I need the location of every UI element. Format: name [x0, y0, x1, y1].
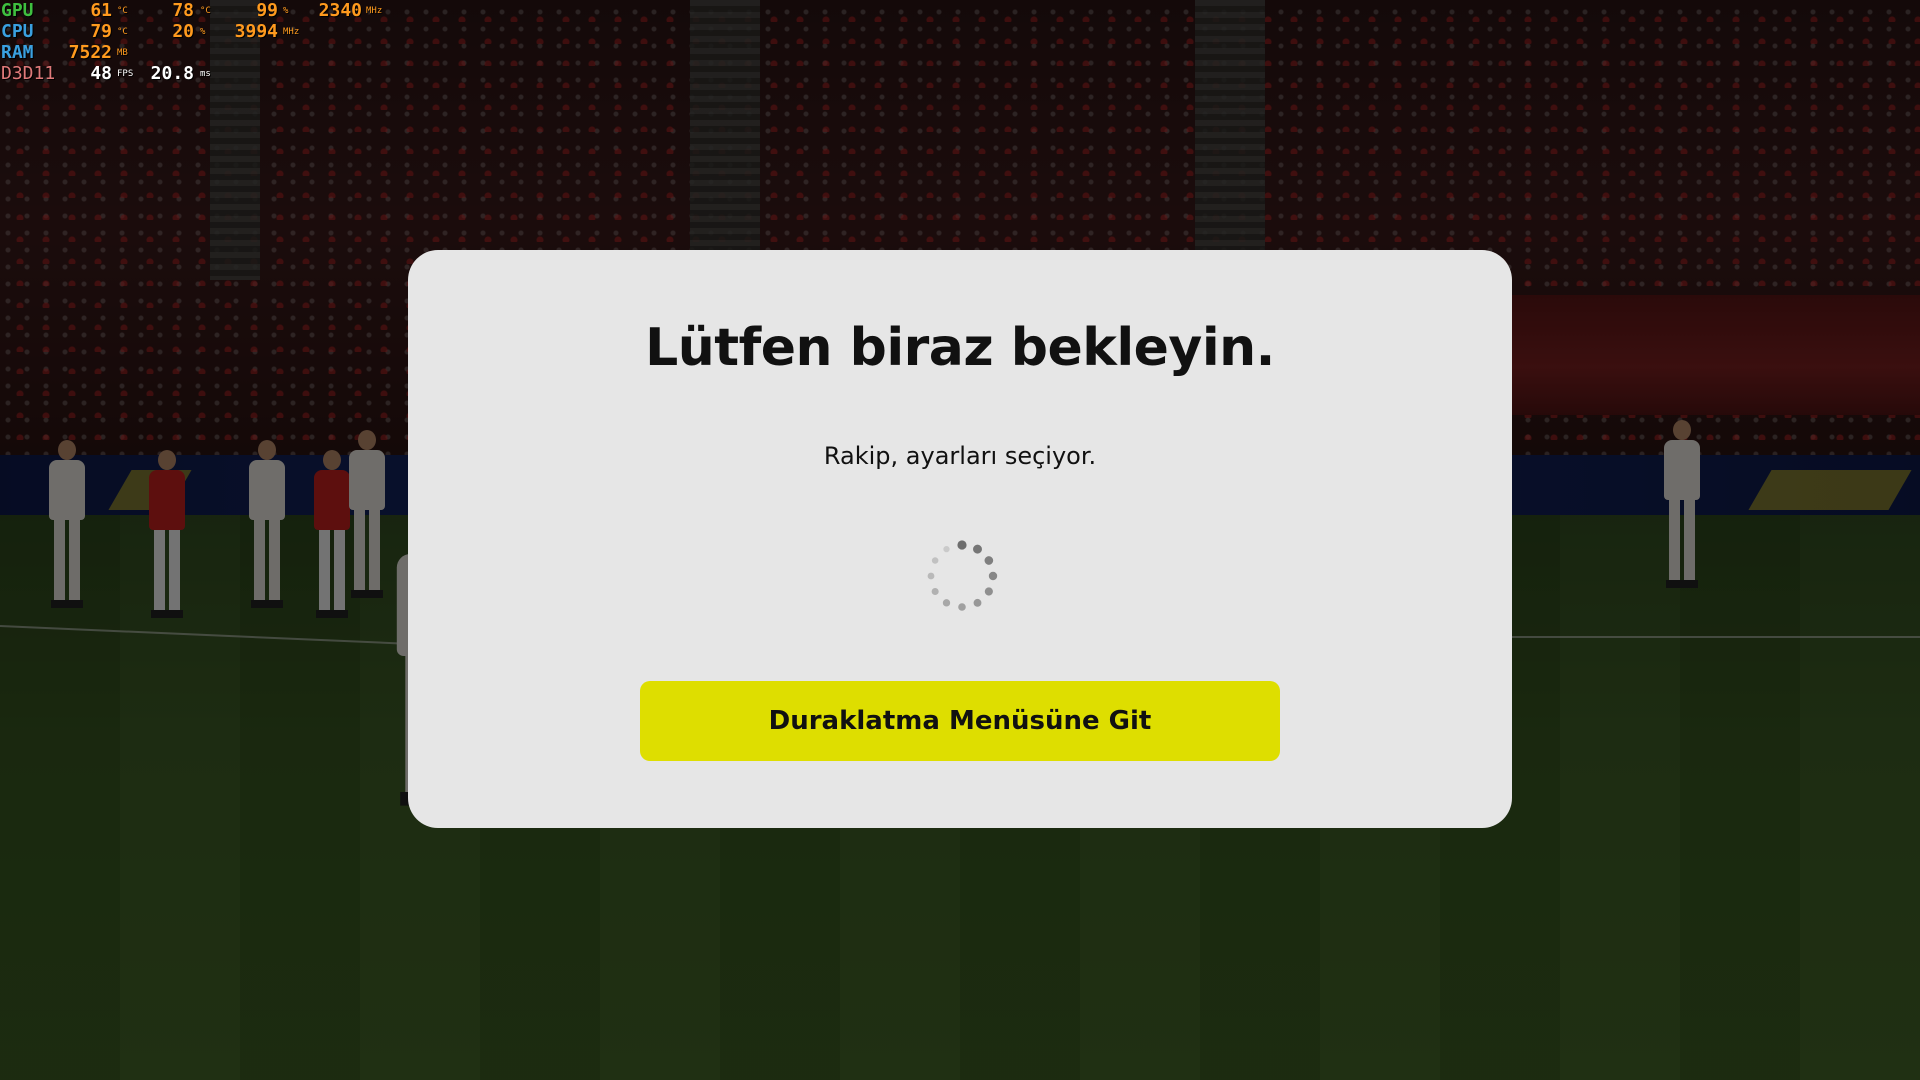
- spinner-dot: [927, 572, 935, 580]
- osd-gpu-label: GPU: [1, 0, 34, 21]
- osd-cpu-usage-unit: %: [200, 27, 206, 37]
- spinner-dot: [958, 603, 966, 611]
- osd-gpu-temp: 61: [90, 0, 112, 21]
- osd-gpu-clock-unit: MHz: [366, 6, 383, 16]
- dialog-message: Rakip, ayarları seçiyor.: [823, 442, 1097, 470]
- spinner-dot: [984, 556, 994, 565]
- osd-gpu-temp-unit: °C: [117, 6, 128, 16]
- osd-ram-used-unit: MB: [117, 48, 128, 58]
- spinner-dot: [973, 598, 982, 607]
- spinner-dot: [957, 540, 967, 550]
- osd-gpu-load: 78: [172, 0, 194, 21]
- loading-spinner-icon: [927, 540, 998, 611]
- osd-cpu-clock-unit: MHz: [283, 27, 300, 37]
- go-to-pause-menu-button[interactable]: Duraklatma Menüsüne Git: [640, 681, 1280, 761]
- osd-gpu-clock: 2340: [318, 0, 362, 21]
- spinner-dot: [988, 571, 998, 581]
- osd-cpu-temp-unit: °C: [117, 27, 128, 37]
- osd-fps-value: 48: [90, 63, 112, 84]
- osd-cpu-clock: 3994: [234, 21, 278, 42]
- osd-gpu-load-unit: °C: [200, 6, 211, 16]
- osd-gpu-usage: 99: [256, 0, 278, 21]
- osd-ram-label: RAM: [1, 42, 34, 63]
- spinner-dot: [984, 587, 993, 596]
- osd-fps-unit: FPS: [117, 69, 134, 79]
- osd-cpu-temp: 79: [90, 21, 112, 42]
- osd-d3d-label: D3D11: [1, 63, 56, 84]
- waiting-dialog: Lütfen biraz bekleyin. Rakip, ayarları s…: [408, 250, 1512, 828]
- osd-frametime-unit: ms: [200, 69, 211, 79]
- spinner-dot: [973, 544, 982, 554]
- spinner-dot: [943, 546, 950, 553]
- osd-gpu-usage-unit: %: [283, 6, 289, 16]
- osd-cpu-label: CPU: [1, 21, 34, 42]
- spinner-dot: [942, 599, 951, 607]
- spinner-dot: [931, 587, 939, 596]
- dialog-title: Lütfen biraz bekleyin.: [645, 318, 1275, 378]
- spinner-dot: [931, 557, 939, 564]
- osd-ram-used: 7522: [68, 42, 112, 63]
- osd-frametime-value: 20.8: [150, 63, 194, 84]
- osd-cpu-usage: 20: [172, 21, 194, 42]
